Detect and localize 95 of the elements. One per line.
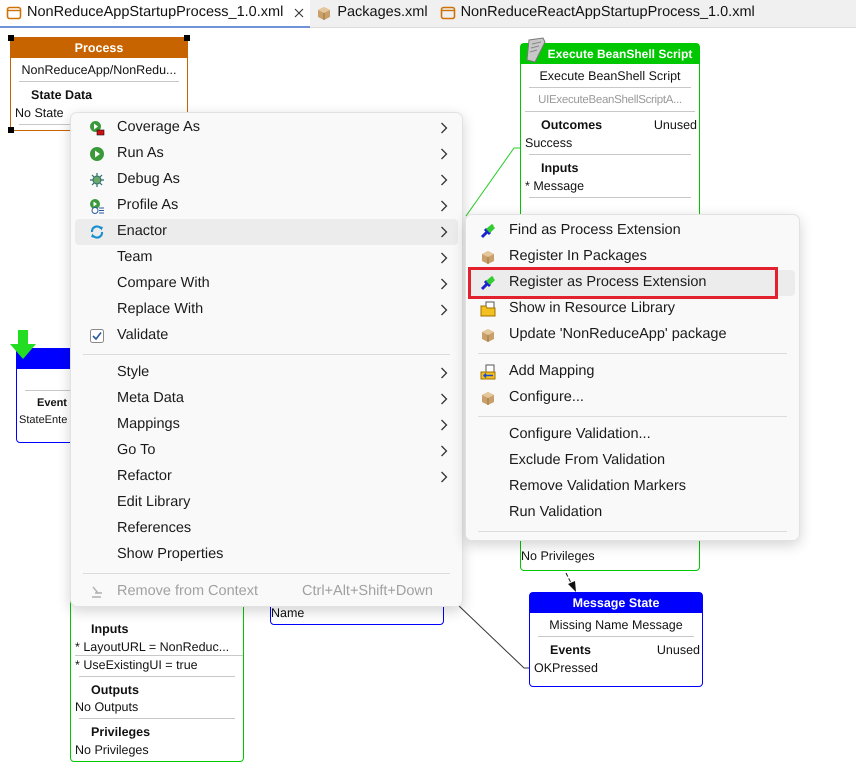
menu-item[interactable]: Find as Process Extension: [470, 218, 795, 244]
chevron-right-icon: [440, 393, 448, 405]
bug-icon: [89, 172, 105, 188]
status-label: Unused: [654, 117, 697, 134]
section-heading: Inputs: [540, 160, 578, 177]
editor-tab[interactable]: Packages.xml: [310, 0, 434, 28]
profile-icon: [89, 198, 105, 214]
chevron-right-icon: [440, 122, 448, 134]
section-heading: Outputs: [90, 682, 139, 699]
chevron-right-icon: [440, 445, 448, 457]
menu-item[interactable]: Team: [75, 245, 458, 271]
menu-item[interactable]: Show Properties: [75, 542, 458, 568]
menu-item[interactable]: Refactor: [75, 464, 458, 490]
node-item: No Privileges: [75, 742, 149, 758]
run-icon: [89, 146, 105, 162]
menu-item[interactable]: Edit Library: [75, 490, 458, 516]
menu-item[interactable]: Show in Resource Library: [470, 296, 795, 322]
chevron-right-icon: [440, 148, 448, 160]
chevron-right-icon: [440, 367, 448, 379]
node-label: Missing Name Message: [538, 613, 694, 637]
chevron-right-icon: [440, 174, 448, 186]
connector-line: [458, 604, 530, 668]
chevron-right-icon: [440, 419, 448, 431]
folder-icon: [480, 301, 496, 317]
menu-item[interactable]: Validate: [75, 323, 458, 349]
section-heading: Inputs: [90, 620, 128, 638]
editor-tab[interactable]: NonReduceAppStartupProcess_1.0.xml: [0, 0, 310, 28]
node-label: NonReduceApp/NonRedu...: [19, 58, 179, 82]
menu-item[interactable]: Enactor: [75, 219, 458, 245]
menu-item[interactable]: Meta Data: [75, 386, 458, 412]
mapping-icon: [480, 364, 496, 380]
box-icon: [480, 249, 496, 265]
menu-item[interactable]: Run As: [75, 141, 458, 167]
selection-handle[interactable]: [8, 127, 14, 133]
file-icon: [6, 5, 22, 21]
section-heading: Privileges: [90, 724, 150, 742]
status-label: Unused: [656, 642, 700, 659]
connector-arrow: [566, 572, 576, 592]
node-header: Execute BeanShell Script: [521, 44, 699, 64]
box-icon: [316, 5, 332, 21]
menu-item[interactable]: Coverage As: [75, 115, 458, 141]
chevron-right-icon: [440, 278, 448, 290]
chevron-right-icon: [440, 471, 448, 483]
selection-handle[interactable]: [8, 35, 14, 41]
menu-item[interactable]: Update 'NonReduceApp' package: [470, 322, 795, 348]
node-item: OKPressed: [534, 660, 598, 676]
node-item: Success: [525, 134, 572, 151]
file-icon: [440, 5, 456, 21]
node-header: Message State: [530, 593, 702, 613]
section-heading: State Data: [30, 87, 92, 104]
menu-item[interactable]: Exclude From Validation: [470, 448, 795, 474]
menu-item[interactable]: References: [75, 516, 458, 542]
shortcut-label: Ctrl+Alt+Shift+Down: [302, 582, 433, 602]
coverage-icon: [89, 120, 105, 136]
section-heading: Events: [549, 642, 591, 659]
menu-item[interactable]: Profile As: [75, 193, 458, 219]
chevron-right-icon: [440, 200, 448, 212]
node-header: Process: [11, 38, 187, 58]
menu-item[interactable]: Register as Process Extension: [470, 270, 795, 296]
chevron-right-icon: [440, 226, 448, 238]
node-item: No State: [15, 104, 64, 121]
selection-handle[interactable]: [184, 35, 190, 41]
node-label: Execute BeanShell Script: [529, 64, 691, 88]
plug-icon: [480, 275, 496, 291]
section-heading: Outcomes: [540, 117, 602, 134]
node-item: No Privileges: [521, 548, 595, 564]
refresh-icon: [89, 224, 105, 240]
remove-icon: [89, 584, 105, 600]
menu-item[interactable]: Configure...: [470, 385, 795, 411]
node-item: * UseExistingUI = true: [75, 654, 243, 672]
menu-item[interactable]: Compare With: [75, 271, 458, 297]
chevron-right-icon: [440, 252, 448, 264]
box-icon: [480, 390, 496, 406]
chevron-right-icon: [440, 304, 448, 316]
editor-tab[interactable]: NonReduceReactAppStartupProcess_1.0.xml: [434, 0, 761, 28]
menu-item[interactable]: Style: [75, 360, 458, 386]
connector-line: [466, 148, 520, 216]
node-item: StateEnte: [19, 412, 68, 428]
plug-icon: [480, 223, 496, 239]
node-item: * Message: [525, 178, 584, 194]
menu-item[interactable]: Mappings: [75, 412, 458, 438]
node-item: * LayoutURL = NonReduc...: [75, 638, 230, 654]
node-label: UIExecuteBeanShellScriptA...: [525, 88, 695, 112]
menu-item[interactable]: Debug As: [75, 167, 458, 193]
section-heading: Event: [36, 396, 67, 411]
menu-item[interactable]: Add Mapping: [470, 359, 795, 385]
menu-item[interactable]: Remove Validation Markers: [470, 474, 795, 500]
menu-item[interactable]: Register In Packages: [470, 244, 795, 270]
menu-item[interactable]: Replace With: [75, 297, 458, 323]
box-icon: [480, 327, 496, 343]
menu-item[interactable]: Configure Validation...: [470, 422, 795, 448]
node-item: Name: [271, 605, 304, 621]
menu-item[interactable]: Go To: [75, 438, 458, 464]
node-item: No Outputs: [75, 699, 138, 716]
menu-item[interactable]: Run Validation: [470, 500, 795, 526]
